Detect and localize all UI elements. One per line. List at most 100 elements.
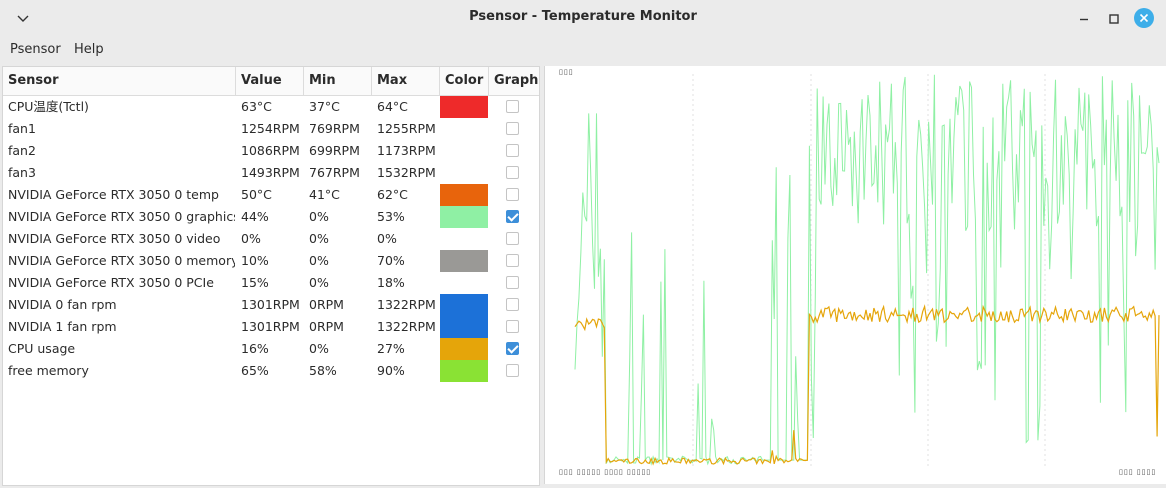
sensor-color-cell[interactable] bbox=[440, 228, 488, 250]
table-row[interactable]: NVIDIA 1 fan rpm 1301RPM 0RPM 1322RPM bbox=[3, 316, 539, 338]
graph-checkbox[interactable] bbox=[506, 210, 519, 223]
sensor-value: 0% bbox=[241, 231, 261, 246]
sensor-value: 63°C bbox=[241, 99, 272, 114]
graph-checkbox[interactable] bbox=[506, 122, 519, 135]
sensor-min: 767RPM bbox=[309, 165, 360, 180]
sensor-color-cell[interactable] bbox=[440, 162, 488, 184]
sensor-max: 0% bbox=[377, 231, 397, 246]
column-header-min[interactable]: Min bbox=[304, 67, 372, 95]
sensor-min: 58% bbox=[309, 363, 337, 378]
sensor-max: 1532RPM bbox=[377, 165, 436, 180]
graph-checkbox[interactable] bbox=[506, 100, 519, 113]
graph-checkbox[interactable] bbox=[506, 254, 519, 267]
color-swatch[interactable] bbox=[440, 118, 488, 140]
sensor-min: 0% bbox=[309, 275, 329, 290]
table-row[interactable]: fan2 1086RPM 699RPM 1173RPM bbox=[3, 140, 539, 162]
color-swatch[interactable] bbox=[440, 184, 488, 206]
color-swatch[interactable] bbox=[440, 338, 488, 360]
sensor-color-cell[interactable] bbox=[440, 206, 488, 228]
sensor-min: 0RPM bbox=[309, 297, 344, 312]
sensor-value: 1254RPM bbox=[241, 121, 300, 136]
menu-psensor[interactable]: Psensor bbox=[10, 42, 61, 57]
graph-canvas bbox=[545, 66, 1166, 484]
column-header-max[interactable]: Max bbox=[372, 67, 440, 95]
sensor-value: 1301RPM bbox=[241, 319, 300, 334]
color-swatch[interactable] bbox=[440, 228, 488, 250]
table-row[interactable]: fan3 1493RPM 767RPM 1532RPM bbox=[3, 162, 539, 184]
graph-checkbox[interactable] bbox=[506, 144, 519, 157]
sensor-color-cell[interactable] bbox=[440, 184, 488, 206]
graph-checkbox[interactable] bbox=[506, 232, 519, 245]
color-swatch[interactable] bbox=[440, 316, 488, 338]
color-swatch[interactable] bbox=[440, 272, 488, 294]
table-row[interactable]: NVIDIA GeForce RTX 3050 0 memory 10% 0% 70% bbox=[3, 250, 539, 272]
close-icon bbox=[1139, 13, 1149, 23]
color-swatch[interactable] bbox=[440, 206, 488, 228]
graph-top-left-marker: ▯▯▯ bbox=[559, 68, 574, 76]
sensor-name: NVIDIA 1 fan rpm bbox=[8, 319, 117, 334]
menu-help[interactable]: Help bbox=[74, 42, 104, 57]
sensor-graph-cell bbox=[489, 272, 537, 294]
table-row[interactable]: NVIDIA GeForce RTX 3050 0 temp 50°C 41°C 62… bbox=[3, 184, 539, 206]
sensor-color-cell[interactable] bbox=[440, 250, 488, 272]
minimize-button[interactable] bbox=[1073, 8, 1095, 30]
sensor-color-cell[interactable] bbox=[440, 96, 488, 118]
sensor-graph-cell bbox=[489, 206, 537, 228]
color-swatch[interactable] bbox=[440, 294, 488, 316]
color-swatch[interactable] bbox=[440, 96, 488, 118]
table-row[interactable]: fan1 1254RPM 769RPM 1255RPM bbox=[3, 118, 539, 140]
sensor-color-cell[interactable] bbox=[440, 294, 488, 316]
table-row[interactable]: NVIDIA GeForce RTX 3050 0 video 0% 0% 0% bbox=[3, 228, 539, 250]
sensor-graph-cell bbox=[489, 228, 537, 250]
table-row[interactable]: NVIDIA GeForce RTX 3050 0 graphics 44% 0% 5… bbox=[3, 206, 539, 228]
sensor-color-cell[interactable] bbox=[440, 140, 488, 162]
graph-checkbox[interactable] bbox=[506, 166, 519, 179]
graph-checkbox[interactable] bbox=[506, 320, 519, 333]
column-header-sensor[interactable]: Sensor bbox=[3, 67, 236, 95]
menu-bar: Psensor Help bbox=[0, 38, 1166, 62]
column-header-value[interactable]: Value bbox=[236, 67, 304, 95]
sensor-color-cell[interactable] bbox=[440, 272, 488, 294]
column-header-color[interactable]: Color bbox=[440, 67, 489, 95]
close-button[interactable] bbox=[1134, 8, 1154, 28]
sensor-color-cell[interactable] bbox=[440, 118, 488, 140]
column-header-graph[interactable]: Graph bbox=[489, 67, 539, 95]
sensor-name: NVIDIA 0 fan rpm bbox=[8, 297, 117, 312]
sensor-graph-cell bbox=[489, 184, 537, 206]
sensor-min: 0RPM bbox=[309, 319, 344, 334]
sensor-value: 1301RPM bbox=[241, 297, 300, 312]
color-swatch[interactable] bbox=[440, 360, 488, 382]
sensor-value: 65% bbox=[241, 363, 269, 378]
color-swatch[interactable] bbox=[440, 250, 488, 272]
sensor-name: NVIDIA GeForce RTX 3050 0 PCIe bbox=[8, 275, 214, 290]
sensor-graph: ▯▯▯ ▯▯▯ ▯▯▯▯▯ ▯▯▯▯ ▯▯▯▯▯ ▯▯▯ ▯▯▯▯ bbox=[544, 66, 1166, 484]
graph-checkbox[interactable] bbox=[506, 364, 519, 377]
graph-checkbox[interactable] bbox=[506, 298, 519, 311]
sensor-min: 0% bbox=[309, 231, 329, 246]
sensor-name: fan2 bbox=[8, 143, 36, 158]
sensor-color-cell[interactable] bbox=[440, 338, 488, 360]
graph-background bbox=[545, 66, 1166, 484]
color-swatch[interactable] bbox=[440, 140, 488, 162]
table-row[interactable]: NVIDIA 0 fan rpm 1301RPM 0RPM 1322RPM bbox=[3, 294, 539, 316]
color-swatch[interactable] bbox=[440, 162, 488, 184]
graph-checkbox[interactable] bbox=[506, 188, 519, 201]
table-row[interactable]: CPU usage 16% 0% 27% bbox=[3, 338, 539, 360]
sensor-color-cell[interactable] bbox=[440, 360, 488, 382]
table-row[interactable]: NVIDIA GeForce RTX 3050 0 PCIe 15% 0% 18% bbox=[3, 272, 539, 294]
sensor-name: NVIDIA GeForce RTX 3050 0 graphics bbox=[8, 209, 235, 224]
sensor-name: fan3 bbox=[8, 165, 36, 180]
sensor-value: 50°C bbox=[241, 187, 272, 202]
maximize-button[interactable] bbox=[1103, 8, 1125, 30]
sensor-graph-cell bbox=[489, 338, 537, 360]
sensor-graph-cell bbox=[489, 140, 537, 162]
sensor-max: 27% bbox=[377, 341, 405, 356]
sensor-color-cell[interactable] bbox=[440, 316, 488, 338]
table-row[interactable]: CPU温度(Tctl) 63°C 37°C 64°C bbox=[3, 96, 539, 118]
table-row[interactable]: free memory 65% 58% 90% bbox=[3, 360, 539, 382]
sensor-graph-cell bbox=[489, 250, 537, 272]
graph-checkbox[interactable] bbox=[506, 276, 519, 289]
graph-checkbox[interactable] bbox=[506, 342, 519, 355]
sensor-name: free memory bbox=[8, 363, 89, 378]
sensor-value: 10% bbox=[241, 253, 269, 268]
